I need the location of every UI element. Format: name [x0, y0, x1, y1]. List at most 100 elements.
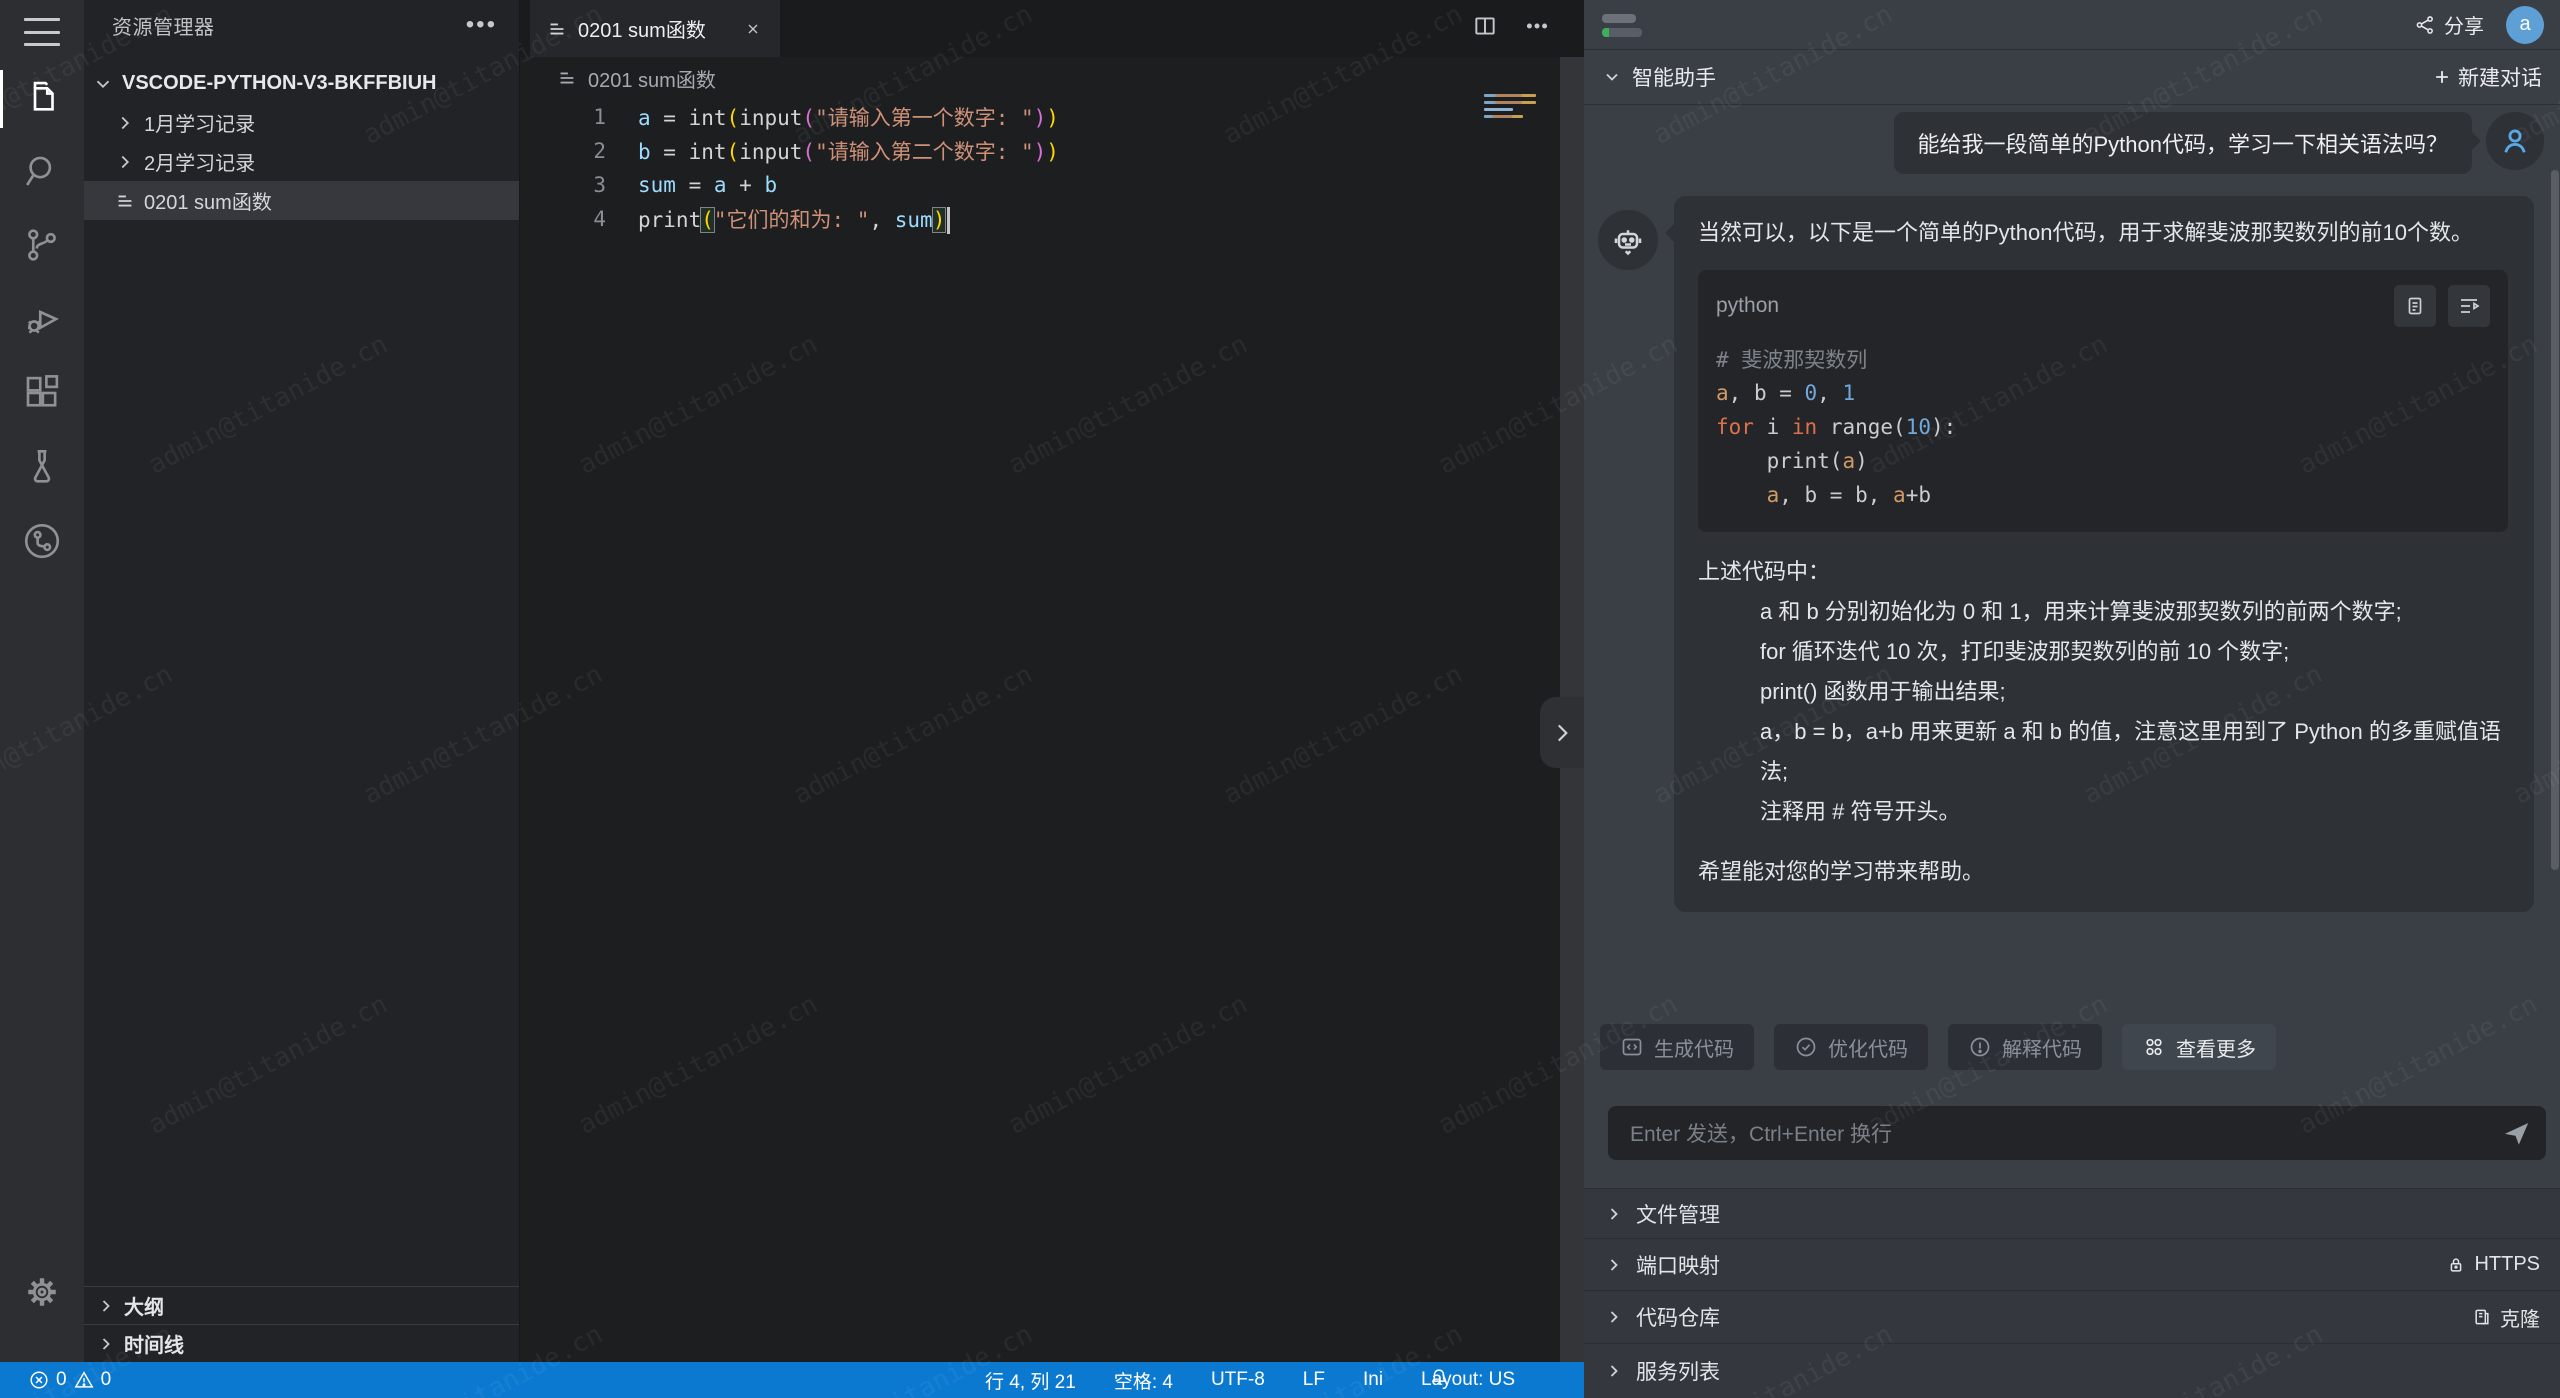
assistant-panel: 分享 a 智能助手 新建对话 能给我一段简单的Python代码，学习一下相关语法…: [1584, 0, 2560, 1398]
clone-button[interactable]: 克隆: [2472, 1303, 2540, 1332]
chat-input[interactable]: Enter 发送，Ctrl+Enter 换行: [1608, 1106, 2546, 1160]
send-icon[interactable]: [2502, 1118, 2532, 1148]
insert-code-button[interactable]: [2448, 285, 2490, 327]
copy-code-button[interactable]: [2394, 285, 2436, 327]
panel-sections: 文件管理 端口映射 HTTPS 代码仓库 克隆 服务列表: [1584, 1188, 2560, 1398]
warning-count: 0: [101, 1369, 112, 1391]
editor-more-icon[interactable]: [1524, 13, 1550, 44]
tree-folder-january[interactable]: 1月学习记录: [84, 103, 519, 142]
explanation-item: a 和 b 分别初始化为 0 和 1，用来计算斐波那契数列的前两个数字;: [1698, 592, 2508, 632]
indentation[interactable]: 空格: 4: [1114, 1367, 1173, 1394]
chevron-right-icon: [1604, 1307, 1624, 1327]
share-nodes-icon: [2414, 14, 2436, 36]
chevron-right-icon: [1604, 1255, 1624, 1275]
new-chat-button[interactable]: 新建对话: [2432, 62, 2542, 92]
share-button[interactable]: 分享: [2414, 10, 2484, 39]
files-icon: [21, 76, 63, 123]
see-more-button[interactable]: 查看更多: [2122, 1024, 2276, 1070]
sidebar-item-source-control[interactable]: [0, 210, 84, 284]
timeline-section[interactable]: 时间线: [84, 1324, 519, 1362]
file-management-section[interactable]: 文件管理: [1584, 1188, 2560, 1238]
grid-icon: [2142, 1035, 2166, 1059]
code-repo-section[interactable]: 代码仓库 克隆: [1584, 1290, 2560, 1343]
minimap[interactable]: [1484, 94, 1536, 122]
sidebar-item-search[interactable]: [0, 136, 84, 210]
assistant-closing: 希望能对您的学习带来帮助。: [1698, 854, 2508, 890]
problems-indicator[interactable]: 0 0: [28, 1369, 111, 1391]
code-language-label: python: [1716, 294, 2382, 318]
split-editor-icon[interactable]: [1472, 13, 1498, 44]
sidebar-item-remote[interactable]: [0, 506, 84, 580]
list-file-icon: [546, 18, 568, 40]
sidebar-item-extensions[interactable]: [0, 358, 84, 432]
quick-actions: 生成代码 优化代码 解释代码 查看更多: [1600, 1024, 2276, 1070]
service-list-section[interactable]: 服务列表: [1584, 1343, 2560, 1398]
language-mode[interactable]: Ini: [1363, 1369, 1383, 1391]
editor-area: 0201 sum函数 0201 sum函数 1a = int(input("请输…: [520, 0, 1584, 1362]
user-avatar[interactable]: a: [2506, 6, 2544, 44]
explanation-title: 上述代码中：: [1698, 552, 2508, 592]
sidebar-item-testing[interactable]: [0, 432, 84, 506]
source-control-icon: [21, 224, 63, 271]
menu-icon[interactable]: [24, 18, 60, 46]
port-mapping-section[interactable]: 端口映射 HTTPS: [1584, 1238, 2560, 1290]
list-file-icon: [556, 67, 578, 89]
encoding[interactable]: UTF-8: [1211, 1369, 1265, 1391]
chat-scrollbar[interactable]: [2551, 170, 2559, 870]
workspace-menu-icon[interactable]: [1602, 12, 1642, 38]
https-button[interactable]: HTTPS: [2446, 1253, 2540, 1276]
notifications-bell-icon[interactable]: [1428, 1366, 1450, 1394]
plus-icon: [2432, 67, 2452, 87]
tab-0201-sum[interactable]: 0201 sum函数: [530, 0, 780, 57]
cursor-position[interactable]: 行 4, 列 21: [985, 1367, 1076, 1394]
code-line-4: 4print("它们的和为: ", sum): [520, 202, 1584, 236]
wrap-insert-icon: [2457, 294, 2481, 318]
person-icon: [2498, 124, 2532, 158]
chevron-right-icon: [96, 1334, 116, 1354]
user-chat-avatar: [2486, 112, 2544, 170]
file-tree: VSCODE-PYTHON-V3-BKFFBIUH 1月学习记录 2月学习记录 …: [84, 64, 519, 220]
close-icon[interactable]: [740, 16, 766, 42]
explorer-title: 资源管理器: [112, 11, 466, 40]
code-line-3: 3sum = a + b: [520, 168, 1584, 202]
tree-root-folder[interactable]: VSCODE-PYTHON-V3-BKFFBIUH: [84, 64, 519, 103]
outline-section[interactable]: 大纲: [84, 1286, 519, 1324]
panel-top-bar: 分享 a: [1584, 0, 2560, 50]
assistant-intro: 当然可以，以下是一个简单的Python代码，用于求解斐波那契数列的前10个数。: [1698, 214, 2508, 252]
lock-icon: [2446, 1255, 2466, 1275]
optimize-code-button[interactable]: 优化代码: [1774, 1024, 1928, 1070]
more-actions-icon[interactable]: •••: [466, 20, 497, 30]
panel-expand-handle[interactable]: [1540, 697, 1584, 768]
explanation-item: for 循环迭代 10 次，打印斐波那契数列的前 10 个数字;: [1698, 632, 2508, 672]
user-message-row: 能给我一段简单的Python代码，学习一下相关语法吗？: [1894, 112, 2545, 174]
user-message-bubble: 能给我一段简单的Python代码，学习一下相关语法吗？: [1894, 112, 2473, 174]
clone-icon: [2472, 1307, 2492, 1327]
generate-code-button[interactable]: 生成代码: [1600, 1024, 1754, 1070]
sidebar-item-run-debug[interactable]: [0, 284, 84, 358]
assistant-message-bubble: 当然可以，以下是一个简单的Python代码，用于求解斐波那契数列的前10个数。 …: [1674, 196, 2534, 912]
assistant-title: 智能助手: [1632, 62, 2432, 92]
run-debug-icon: [21, 298, 63, 345]
explanation-item: 注释用 # 符号开头。: [1698, 792, 2508, 832]
explanation-item: a，b = b，a+b 用来更新 a 和 b 的值，注意这里用到了 Python…: [1698, 712, 2508, 792]
chevron-right-icon: [1604, 1361, 1624, 1381]
sidebar-item-explorer[interactable]: [0, 62, 84, 136]
breadcrumb[interactable]: 0201 sum函数: [520, 57, 1584, 99]
chevron-right-icon: [1604, 1204, 1624, 1224]
explain-code-button[interactable]: 解释代码: [1948, 1024, 2102, 1070]
error-count: 0: [56, 1369, 67, 1391]
chevron-down-icon[interactable]: [1602, 67, 1622, 87]
gear-icon[interactable]: [0, 1262, 84, 1322]
tree-file-0201-sum[interactable]: 0201 sum函数: [84, 181, 519, 220]
tab-bar: 0201 sum函数: [520, 0, 1584, 57]
chevron-down-icon: [92, 73, 114, 95]
assistant-explanation: 上述代码中： a 和 b 分别初始化为 0 和 1，用来计算斐波那契数列的前两个…: [1698, 552, 2508, 832]
explanation-item: print() 函数用于输出结果;: [1698, 672, 2508, 712]
code-editor[interactable]: 1a = int(input("请输入第一个数字: ")) 2b = int(i…: [520, 100, 1584, 236]
eol[interactable]: LF: [1303, 1369, 1325, 1391]
status-bar: 0 0 行 4, 列 21 空格: 4 UTF-8 LF Ini Layout:…: [0, 1362, 1584, 1398]
chat-code-block: python # 斐波那契数列 a, b = 0, 1 for i in ran…: [1698, 270, 2508, 532]
app-window: 资源管理器 ••• VSCODE-PYTHON-V3-BKFFBIUH 1月学习…: [0, 0, 2560, 1398]
code-icon: [1620, 1035, 1644, 1059]
tree-folder-february[interactable]: 2月学习记录: [84, 142, 519, 181]
